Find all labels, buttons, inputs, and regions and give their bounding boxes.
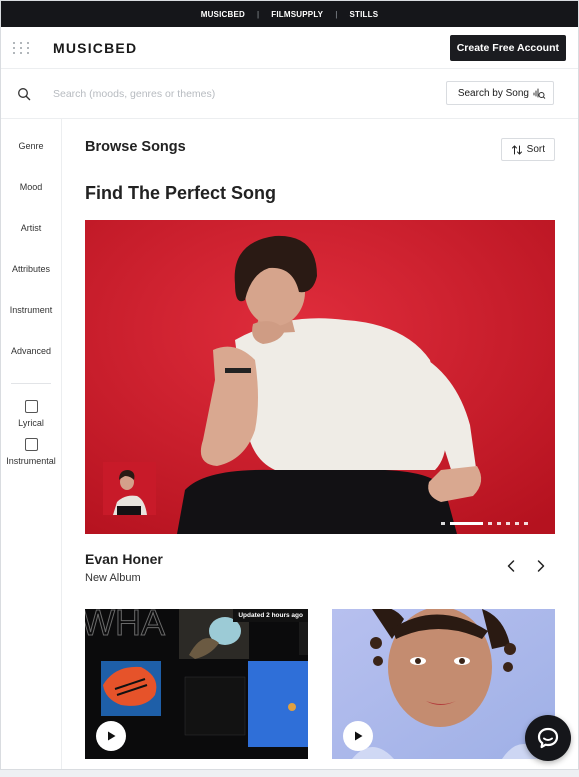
featured-subtitle: New Album [85, 572, 141, 584]
chat-icon [537, 727, 559, 749]
play-icon [355, 731, 363, 741]
cover-art-text: WHA [85, 609, 165, 643]
filter-mood[interactable]: Mood [1, 166, 61, 207]
carousel-dot[interactable] [506, 522, 510, 525]
network-link-musicbed[interactable]: MUSICBED [201, 10, 245, 19]
network-separator: | [257, 9, 260, 19]
play-button[interactable] [343, 721, 373, 751]
playlist-card[interactable]: WHA Updated 2 hours ago [85, 609, 308, 759]
playlist-card[interactable] [332, 609, 555, 759]
search-icon [18, 87, 31, 100]
chevron-left-icon[interactable] [505, 559, 517, 573]
sidebar-divider [11, 383, 51, 384]
network-link-stills[interactable]: STILLS [350, 10, 379, 19]
lyrical-label: Lyrical [18, 418, 44, 428]
carousel-indicators [441, 522, 528, 525]
browse-title: Browse Songs [85, 139, 186, 155]
sort-button[interactable]: Sort [500, 138, 555, 161]
carousel-dot[interactable] [497, 522, 501, 525]
search-bar: Search by Song [1, 69, 578, 119]
sort-icon [511, 144, 522, 155]
instrumental-toggle[interactable]: Instrumental [1, 438, 61, 466]
filter-advanced[interactable]: Advanced [1, 330, 61, 371]
search-by-song-label: Search by Song [457, 87, 529, 99]
instrumental-checkbox[interactable] [24, 438, 38, 451]
lyrical-checkbox[interactable] [24, 400, 38, 413]
search-by-song-button[interactable]: Search by Song [445, 81, 554, 105]
carousel-dot[interactable] [524, 522, 528, 525]
featured-banner[interactable] [85, 220, 555, 534]
instrumental-label: Instrumental [6, 456, 56, 466]
chevron-right-icon[interactable] [535, 559, 547, 573]
search-input[interactable] [53, 87, 353, 100]
filter-instrument[interactable]: Instrument [1, 289, 61, 330]
network-separator: | [335, 9, 338, 19]
network-link-filmsupply[interactable]: FILMSUPPLY [271, 10, 323, 19]
song-wave-icon [533, 88, 546, 99]
grid-icon[interactable] [13, 39, 31, 57]
filter-artist[interactable]: Artist [1, 207, 61, 248]
updated-badge: Updated 2 hours ago [233, 609, 308, 622]
section-title: Find The Perfect Song [85, 183, 277, 203]
chat-button[interactable] [525, 715, 571, 761]
network-bar: MUSICBED | FILMSUPPLY | STILLS [1, 1, 578, 27]
sort-label: Sort [526, 144, 545, 155]
create-account-button[interactable]: Create Free Account [449, 35, 566, 61]
lyrical-toggle[interactable]: Lyrical [1, 400, 61, 428]
site-logo[interactable]: MUSICBED [53, 40, 137, 56]
carousel-nav [505, 559, 547, 573]
page-frame: MUSICBED | FILMSUPPLY | STILLS MUSICBED … [0, 0, 579, 770]
album-cover-art [103, 462, 156, 515]
filter-attributes[interactable]: Attributes [1, 248, 61, 289]
carousel-dot[interactable] [488, 522, 492, 525]
carousel-dot-active[interactable] [450, 522, 483, 525]
carousel-dot[interactable] [515, 522, 519, 525]
filter-sidebar: Genre Mood Artist Attributes Instrument … [1, 119, 62, 769]
site-header: MUSICBED Create Free Account [1, 27, 578, 69]
play-button[interactable] [96, 721, 126, 751]
album-cover-thumbnail[interactable] [103, 462, 156, 515]
filter-genre[interactable]: Genre [1, 125, 61, 166]
carousel-dot[interactable] [441, 522, 445, 525]
play-icon [108, 731, 116, 741]
featured-artist-name[interactable]: Evan Honer [85, 551, 163, 567]
